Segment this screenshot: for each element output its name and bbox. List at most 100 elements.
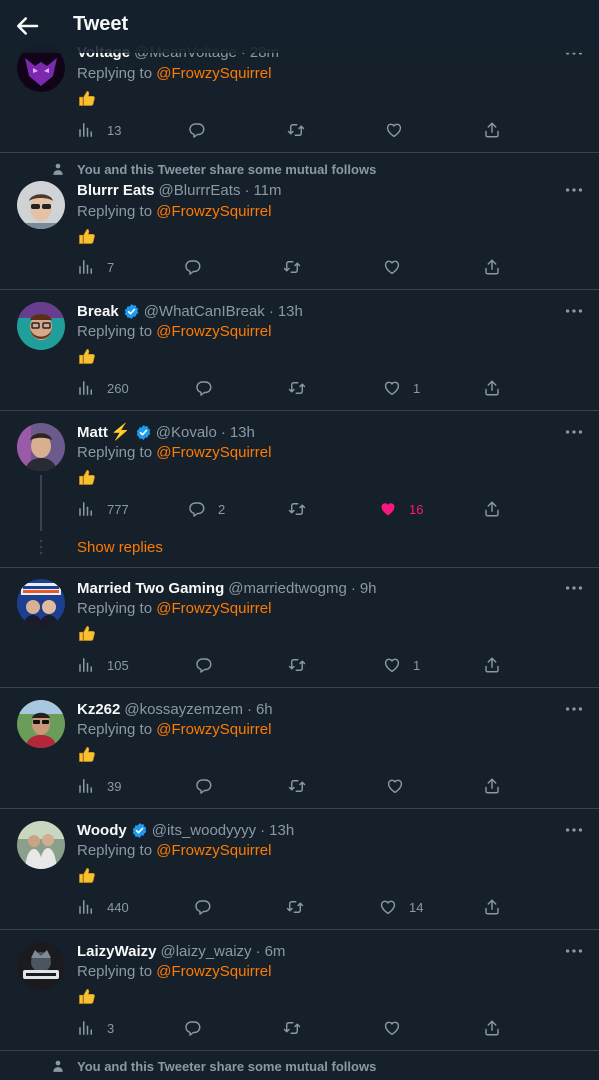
timestamp[interactable]: 13h [278,303,303,320]
share-button[interactable] [483,655,501,675]
like-button[interactable]: 14 [379,897,423,917]
timestamp[interactable]: 13h [230,424,255,441]
gaming-logo-avatar[interactable] [17,942,65,990]
more-options-icon[interactable] [563,421,585,443]
like-button[interactable]: 1 [383,378,420,398]
share-button[interactable] [483,499,501,519]
like-button[interactable] [385,120,415,140]
tweet-reply[interactable]: Kz262 @kossayzemzem · 6h Replying to @Fr… [0,688,599,809]
retweet-button[interactable] [288,499,318,519]
mention-link[interactable]: @FrowzySquirrel [156,65,271,82]
share-button[interactable] [483,776,501,796]
retweet-button[interactable] [288,378,318,398]
reply-button[interactable] [184,257,214,277]
display-name[interactable]: LaizyWaizy [77,943,156,960]
more-options-icon[interactable] [563,577,585,599]
mention-link[interactable]: @FrowzySquirrel [156,203,271,220]
reply-button[interactable] [188,120,218,140]
tweet-reply[interactable]: Matt ⚡ @Kovalo · 13h Replying to @Frowzy… [0,411,599,568]
mention-link[interactable]: @FrowzySquirrel [156,600,271,617]
two-people-photo-avatar[interactable] [17,821,65,869]
like-button[interactable] [383,1018,413,1038]
timestamp[interactable]: 11m [253,182,281,199]
retweet-button[interactable] [283,257,313,277]
tweet-reply[interactable]: Break @WhatCanIBreak · 13h Replying to @… [0,290,599,411]
more-options-icon[interactable] [563,940,585,962]
heart-icon [383,656,401,674]
mention-link[interactable]: @FrowzySquirrel [156,963,271,980]
user-handle[interactable]: @laizy_waizy [160,943,251,960]
retweet-button[interactable] [283,1018,313,1038]
back-arrow-icon[interactable] [12,11,42,41]
views-button[interactable]: 440 [77,897,129,917]
views-button[interactable]: 105 [77,655,129,675]
tweet-actions: 13 [77,120,507,140]
timestamp[interactable]: 13h [269,822,294,839]
user-handle[interactable]: @BlurrrEats [159,182,241,199]
retweet-button[interactable] [288,776,318,796]
retweet-icon [283,1019,301,1037]
reply-button[interactable] [195,378,225,398]
sunglasses-man-outdoor-avatar[interactable] [17,700,65,748]
tweet-reply[interactable]: Voltage @MeanVoltage · 28m Replying to @… [0,40,599,153]
more-options-icon[interactable] [563,819,585,841]
views-icon [77,898,95,916]
tweet-reply[interactable]: Woody @its_woodyyyy · 13h Replying to @F… [0,809,599,930]
retweet-button[interactable] [286,897,316,917]
views-button[interactable]: 39 [77,776,121,796]
timestamp[interactable]: 9h [360,580,377,597]
man-portrait-avatar[interactable] [17,423,65,471]
sunglasses-person-avatar[interactable] [17,181,65,229]
user-handle[interactable]: @marriedtwogmg [228,580,347,597]
mention-link[interactable]: @FrowzySquirrel [156,842,271,859]
display-name[interactable]: Kz262 [77,701,120,718]
mention-link[interactable]: @FrowzySquirrel [156,323,271,340]
share-button[interactable] [483,257,501,277]
views-button[interactable]: 260 [77,378,129,398]
views-button[interactable]: 13 [77,120,121,140]
more-options-icon[interactable] [563,179,585,201]
bearded-man-avatar[interactable] [17,302,65,350]
user-handle[interactable]: @WhatCanIBreak [144,303,265,320]
timestamp[interactable]: 6m [265,943,286,960]
rocket-league-couple-avatar[interactable] [17,579,65,627]
timestamp[interactable]: 6h [256,701,273,718]
display-name[interactable]: Break [77,303,119,320]
display-name[interactable]: Matt [77,424,108,441]
views-button[interactable]: 3 [77,1018,114,1038]
share-button[interactable] [483,120,501,140]
display-name[interactable]: Woody [77,822,127,839]
mention-link[interactable]: @FrowzySquirrel [156,721,271,738]
tweet-reply[interactable]: LaizyWaizy @laizy_waizy · 6m Replying to… [0,930,599,1051]
user-handle[interactable]: @Kovalo [156,424,217,441]
share-button[interactable] [483,897,501,917]
more-options-icon[interactable] [563,698,585,720]
retweet-button[interactable] [287,120,317,140]
user-handle[interactable]: @kossayzemzem [124,701,243,718]
reply-button[interactable]: 2 [188,499,225,519]
tweet-reply[interactable]: Married Two Gaming @marriedtwogmg · 9h R… [0,568,599,688]
more-options-icon[interactable] [563,300,585,322]
reply-button[interactable] [194,897,224,917]
display-name[interactable]: Blurrr Eats [77,182,155,199]
share-button[interactable] [483,378,501,398]
reply-button[interactable] [184,1018,214,1038]
like-button[interactable]: 16 [379,499,423,519]
like-button[interactable] [383,257,413,277]
display-name[interactable]: Married Two Gaming [77,580,224,597]
like-button[interactable] [386,776,416,796]
views-button[interactable]: 7 [77,257,114,277]
tweet-reply[interactable]: You and this Tweeter share some mutual f… [0,1051,599,1080]
retweet-icon [288,656,306,674]
retweet-button[interactable] [288,655,318,675]
user-handle[interactable]: @its_woodyyyy [152,822,256,839]
share-button[interactable] [483,1018,501,1038]
like-button[interactable]: 1 [383,655,420,675]
show-replies-link[interactable]: Show replies [77,539,163,556]
reply-button[interactable] [195,655,225,675]
tweet-reply[interactable]: You and this Tweeter share some mutual f… [0,153,599,290]
mention-link[interactable]: @FrowzySquirrel [156,444,271,461]
reply-button[interactable] [195,776,225,796]
thumbs-up-icon [77,865,97,885]
views-button[interactable]: 777 [77,499,129,519]
